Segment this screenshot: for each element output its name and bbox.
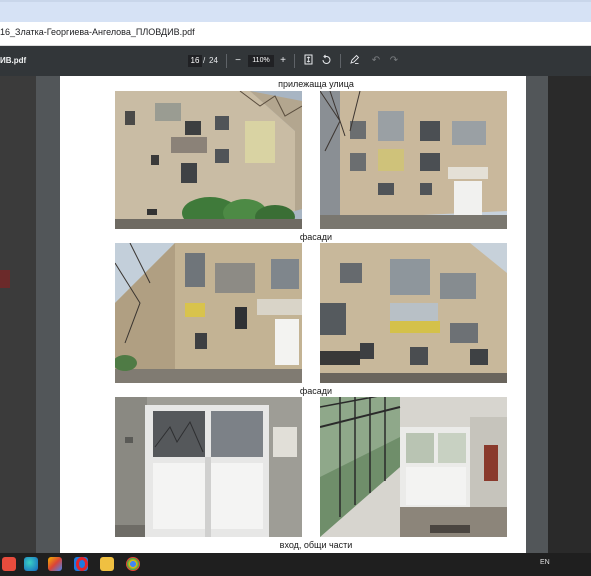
caption-facades-1: фасади <box>299 232 333 242</box>
right-panel <box>548 76 591 553</box>
zoom-level-input[interactable]: 110% <box>248 55 274 67</box>
language-indicator[interactable]: EN <box>540 559 550 566</box>
caption-adjacent-street: прилежаща улица <box>278 79 354 89</box>
fit-page-icon[interactable] <box>302 54 314 68</box>
edge-icon[interactable] <box>24 557 38 571</box>
pdf-viewer: прилежаща улица фасади фасади вход, общи… <box>0 76 591 553</box>
tab-bar-edge <box>0 0 591 2</box>
photo-street-left <box>115 91 302 229</box>
pdf-toolbar: ИВ.pdf 16 / 24 − 110% + ↶ ↷ <box>0 46 591 76</box>
document-title: 16_Златка-Георгиева-Ангелова_ПЛОВДИВ.pdf <box>0 27 195 37</box>
photo-street-right <box>320 91 507 229</box>
annotate-icon[interactable] <box>348 54 360 68</box>
caption-facades-2: фасади <box>299 386 333 396</box>
photo-entrance-door <box>115 397 302 537</box>
windows-icon[interactable] <box>2 557 16 571</box>
left-panel <box>0 76 36 553</box>
redo-icon[interactable]: ↷ <box>388 54 400 68</box>
toolbar-divider <box>226 54 227 68</box>
caption-entrance-common-areas: вход, общи части <box>279 540 353 550</box>
file-explorer-icon[interactable] <box>100 557 114 571</box>
toolbar-divider <box>340 54 341 68</box>
zoom-in-icon[interactable]: + <box>277 54 289 68</box>
undo-icon[interactable]: ↶ <box>370 54 382 68</box>
opera-icon[interactable] <box>76 557 88 571</box>
rotate-icon[interactable] <box>320 54 332 68</box>
os-taskbar: EN <box>0 553 591 576</box>
zoom-out-icon[interactable]: − <box>232 54 244 68</box>
address-bar[interactable]: 16_Златка-Георгиева-Ангелова_ПЛОВДИВ.pdf <box>0 22 591 46</box>
chrome-icon[interactable] <box>126 557 140 571</box>
pdf-page: прилежаща улица фасади фасади вход, общи… <box>60 76 526 553</box>
browser-tab-bar <box>0 0 591 22</box>
left-panel-marker <box>0 270 10 288</box>
photo-stairwell <box>320 397 507 537</box>
page-count: 24 <box>209 56 218 65</box>
pdf-file-name: ИВ.pdf <box>0 56 27 65</box>
toolbar-divider <box>294 54 295 68</box>
page-number-input[interactable]: 16 <box>188 55 202 67</box>
photo-facade-right <box>320 243 507 383</box>
photos-icon[interactable] <box>48 557 62 571</box>
photo-facade-left <box>115 243 302 383</box>
page-separator: / <box>203 56 206 65</box>
